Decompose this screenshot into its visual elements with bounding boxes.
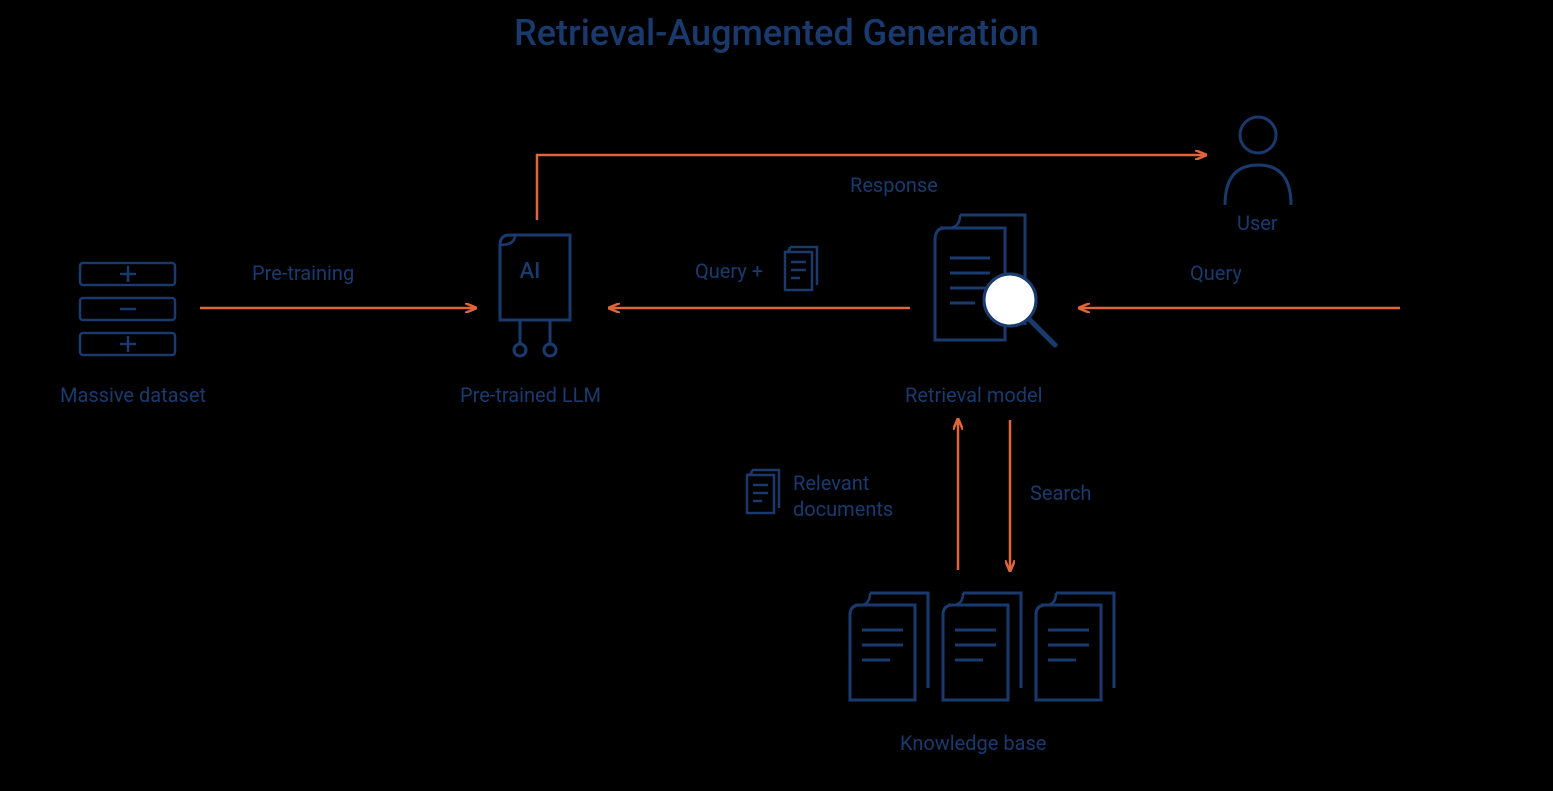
label-search: Search — [1030, 480, 1091, 506]
label-knowledge: Knowledge base — [900, 730, 1046, 756]
label-pretraining: Pre-training — [252, 260, 354, 286]
label-retrieval: Retrieval model — [905, 382, 1043, 408]
document-small-icon-1 — [785, 247, 817, 290]
label-llm: Pre-trained LLM — [460, 382, 601, 408]
rag-diagram: Retrieval-Augmented Generation AI — [0, 0, 1553, 791]
label-query-plus: Query + — [695, 258, 763, 284]
label-user: User — [1237, 210, 1278, 236]
user-icon — [1225, 117, 1291, 205]
diagram-svg-layer: AI — [0, 0, 1553, 791]
dataset-icon — [80, 263, 175, 355]
document-small-icon-2 — [747, 470, 779, 513]
label-dataset: Massive dataset — [60, 382, 206, 408]
label-relevant-docs: Relevant documents — [793, 470, 893, 522]
ai-label: AI — [520, 259, 541, 284]
label-response: Response — [850, 172, 938, 198]
ai-chip-icon: AI — [500, 235, 570, 356]
label-query: Query — [1190, 260, 1242, 286]
retrieval-model-icon — [935, 215, 1055, 345]
knowledge-base-icon — [850, 593, 1114, 700]
